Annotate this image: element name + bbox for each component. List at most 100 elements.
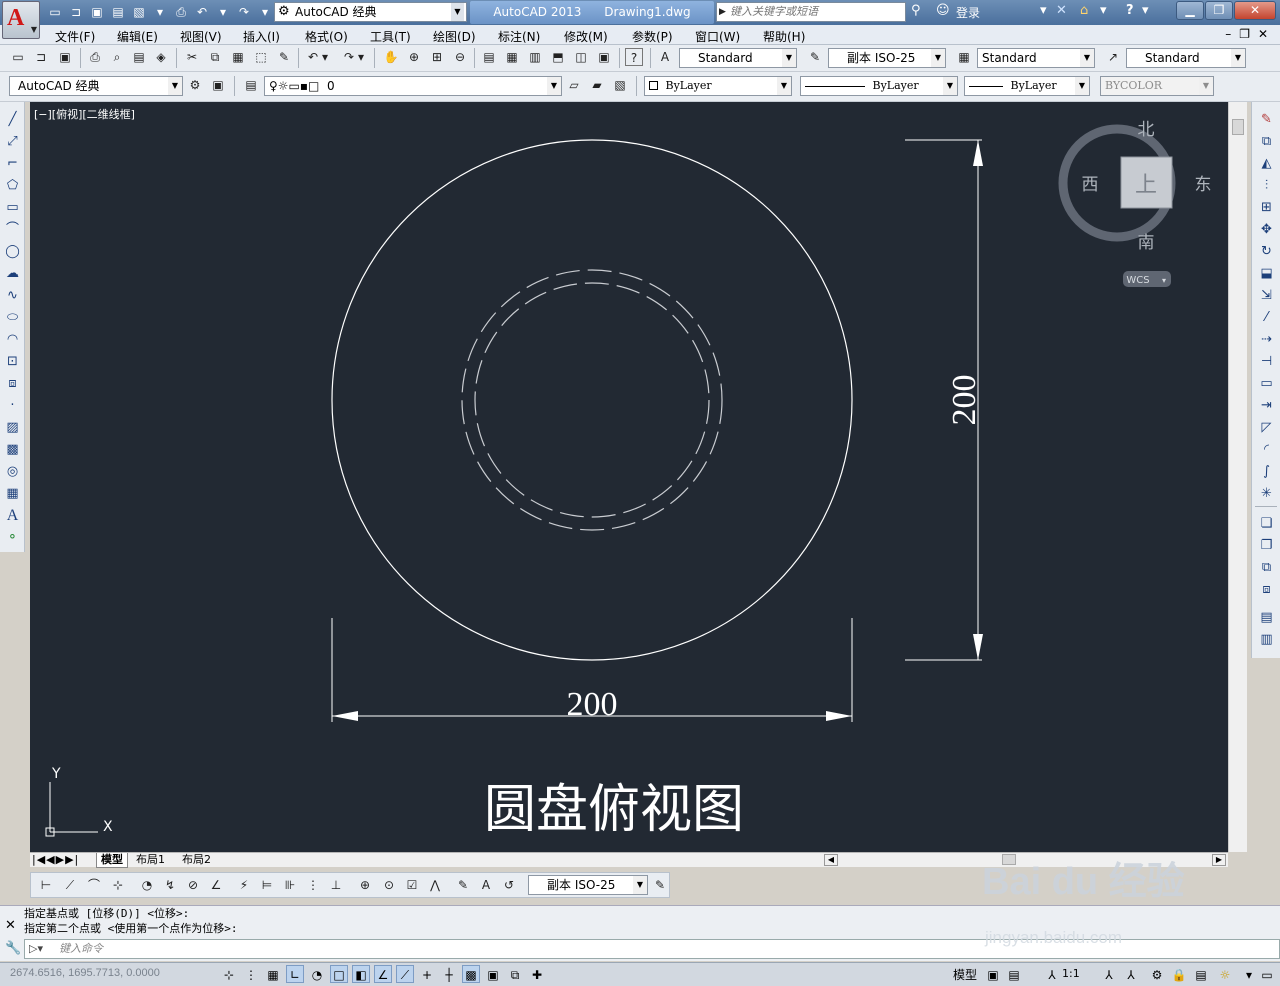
send-under-icon[interactable]: ⧈: [1257, 580, 1276, 599]
command-prompt-icon[interactable]: ▷▾: [29, 940, 43, 958]
dimension-update-icon[interactable]: ↺: [500, 876, 518, 894]
object-snap-tracking-icon[interactable]: ∠: [374, 965, 392, 983]
ellipse-arc-icon[interactable]: ◠: [3, 330, 22, 349]
auto-scale-icon[interactable]: ⅄: [1122, 965, 1140, 983]
minimize-button[interactable]: ▁: [1176, 1, 1204, 20]
block-editor-icon[interactable]: ✎: [275, 48, 293, 66]
grid-display-icon[interactable]: ▦: [264, 965, 282, 983]
rotate-icon[interactable]: ↻: [1257, 242, 1276, 261]
menu-parametric[interactable]: 参数(P): [632, 28, 673, 45]
binoculars-icon[interactable]: ⚲: [911, 3, 921, 18]
help-icon[interactable]: ?: [1126, 3, 1134, 18]
menu-window[interactable]: 窗口(W): [695, 28, 740, 45]
baseline-dimension-icon[interactable]: ⊨: [258, 876, 276, 894]
hardware-acceleration-icon[interactable]: ▤: [1192, 965, 1210, 983]
undo-icon[interactable]: ↶: [193, 3, 211, 21]
viewcube-top-face[interactable]: 上: [1135, 173, 1157, 198]
arc-length-icon[interactable]: ⌒: [85, 876, 103, 894]
document-window-controls[interactable]: –❐✕: [1225, 27, 1276, 41]
color-select[interactable]: ByLayer ▼: [644, 76, 792, 96]
line-icon[interactable]: ╱: [3, 110, 22, 129]
login-dropdown-icon[interactable]: ▾: [1040, 3, 1047, 18]
break-at-point-icon[interactable]: ⊣: [1257, 352, 1276, 371]
close-button[interactable]: ✕: [1234, 1, 1276, 20]
make-current-layer-icon[interactable]: ▱: [565, 76, 583, 94]
save-icon[interactable]: ▣: [56, 48, 74, 66]
dimension-break-icon[interactable]: ⊥: [327, 876, 345, 894]
vertical-scrollbar[interactable]: [1228, 102, 1247, 852]
polar-tracking-icon[interactable]: ◔: [308, 965, 326, 983]
layer-select[interactable]: ♀☼▭▪□ 0 ▼: [264, 76, 562, 96]
linear-dimension-icon[interactable]: ⊢: [37, 876, 55, 894]
quick-dimension-icon[interactable]: ⚡: [235, 876, 253, 894]
open-file-icon[interactable]: ⊐: [67, 3, 85, 21]
multileader-style-icon[interactable]: ↗: [1104, 48, 1122, 66]
annotation-monitor-icon[interactable]: ✚: [528, 965, 546, 983]
scale-icon[interactable]: ⬓: [1257, 264, 1276, 283]
menu-dimension[interactable]: 标注(N): [498, 28, 540, 45]
draw-order-front-icon[interactable]: ❏: [1257, 514, 1276, 533]
fillet-icon[interactable]: ◜: [1257, 440, 1276, 459]
design-center-icon[interactable]: ▦: [503, 48, 521, 66]
dynamic-input-icon[interactable]: +: [418, 965, 436, 983]
diameter-dimension-icon[interactable]: ⊘: [184, 876, 202, 894]
exchange-dropdown-icon[interactable]: ▾: [1100, 3, 1107, 18]
extend-icon[interactable]: ⇢: [1257, 330, 1276, 349]
paste-icon[interactable]: ▦: [229, 48, 247, 66]
menu-format[interactable]: 格式(O): [305, 28, 348, 45]
copy-icon[interactable]: ⧉: [206, 48, 224, 66]
chamfer-icon[interactable]: ◸: [1257, 418, 1276, 437]
viewcube-east[interactable]: 东: [1195, 175, 1212, 195]
spline-icon[interactable]: ∿: [3, 286, 22, 305]
tab-layout2[interactable]: 布局2: [182, 853, 211, 867]
bring-above-icon[interactable]: ⧉: [1257, 558, 1276, 577]
quick-access-dropdown-icon[interactable]: ▾: [151, 3, 169, 21]
redo-icon[interactable]: ↷: [235, 3, 253, 21]
qnew-icon[interactable]: ▭: [9, 48, 27, 66]
lock-ui-icon[interactable]: 🔒: [1170, 965, 1188, 983]
dimension-text-edit-icon[interactable]: A: [477, 876, 495, 894]
tool-palettes-icon[interactable]: ▥: [526, 48, 544, 66]
clean-screen-icon[interactable]: ▭: [1258, 965, 1276, 983]
model-space-button[interactable]: 模型: [953, 966, 977, 983]
dimension-style-manager-icon[interactable]: ✎: [651, 876, 669, 894]
save-icon[interactable]: ▣: [88, 3, 106, 21]
move-icon[interactable]: ✥: [1257, 220, 1276, 239]
jogged-linear-icon[interactable]: ⋀: [426, 876, 444, 894]
aligned-dimension-icon[interactable]: ⟋: [61, 876, 79, 894]
sheet-set-icon[interactable]: ⬒: [549, 48, 567, 66]
menu-insert[interactable]: 插入(I): [243, 28, 280, 45]
calculator-icon[interactable]: ▣: [595, 48, 613, 66]
text-to-front-icon[interactable]: ▤: [1257, 608, 1276, 627]
quick-view-drawings-icon[interactable]: ▤: [1005, 965, 1023, 983]
tab-layout1[interactable]: 布局1: [136, 853, 165, 867]
snap-mode-icon[interactable]: ⋮: [242, 965, 260, 983]
workspace-settings-icon[interactable]: ⚙: [186, 76, 204, 94]
menu-help[interactable]: 帮助(H): [763, 28, 805, 45]
erase-icon[interactable]: ✎: [1257, 110, 1276, 129]
save-as-icon[interactable]: ▤: [109, 3, 127, 21]
lineweight-select[interactable]: ByLayer ▼: [964, 76, 1090, 96]
menu-draw[interactable]: 绘图(D): [433, 28, 476, 45]
annotation-scale-icon[interactable]: ⅄: [1043, 965, 1061, 983]
radius-dimension-icon[interactable]: ◔: [138, 876, 156, 894]
inspection-icon[interactable]: ☑: [403, 876, 421, 894]
construction-line-icon[interactable]: ⤢: [3, 132, 22, 151]
insert-block-icon[interactable]: ⊡: [3, 352, 22, 371]
menu-tools[interactable]: 工具(T): [370, 28, 411, 45]
3d-object-snap-icon[interactable]: ◧: [352, 965, 370, 983]
cut-icon[interactable]: ✂: [183, 48, 201, 66]
quick-view-layouts-icon[interactable]: ▣: [984, 965, 1002, 983]
help-icon[interactable]: ?: [625, 48, 643, 66]
break-icon[interactable]: ▭: [1257, 374, 1276, 393]
workspace-gear-icon[interactable]: ⚙: [1148, 965, 1166, 983]
login-link[interactable]: 登录: [956, 4, 980, 21]
restore-button[interactable]: ❐: [1205, 1, 1233, 20]
publish-icon[interactable]: ▧: [130, 3, 148, 21]
layer-previous-icon[interactable]: ▰: [588, 76, 606, 94]
isolate-objects-icon[interactable]: ☼: [1216, 965, 1234, 983]
layer-state-manager-icon[interactable]: ▧: [611, 76, 629, 94]
help-dropdown-icon[interactable]: ▾: [1142, 3, 1149, 18]
join-icon[interactable]: ⇥: [1257, 396, 1276, 415]
annotation-visibility-icon[interactable]: ⅄: [1100, 965, 1118, 983]
